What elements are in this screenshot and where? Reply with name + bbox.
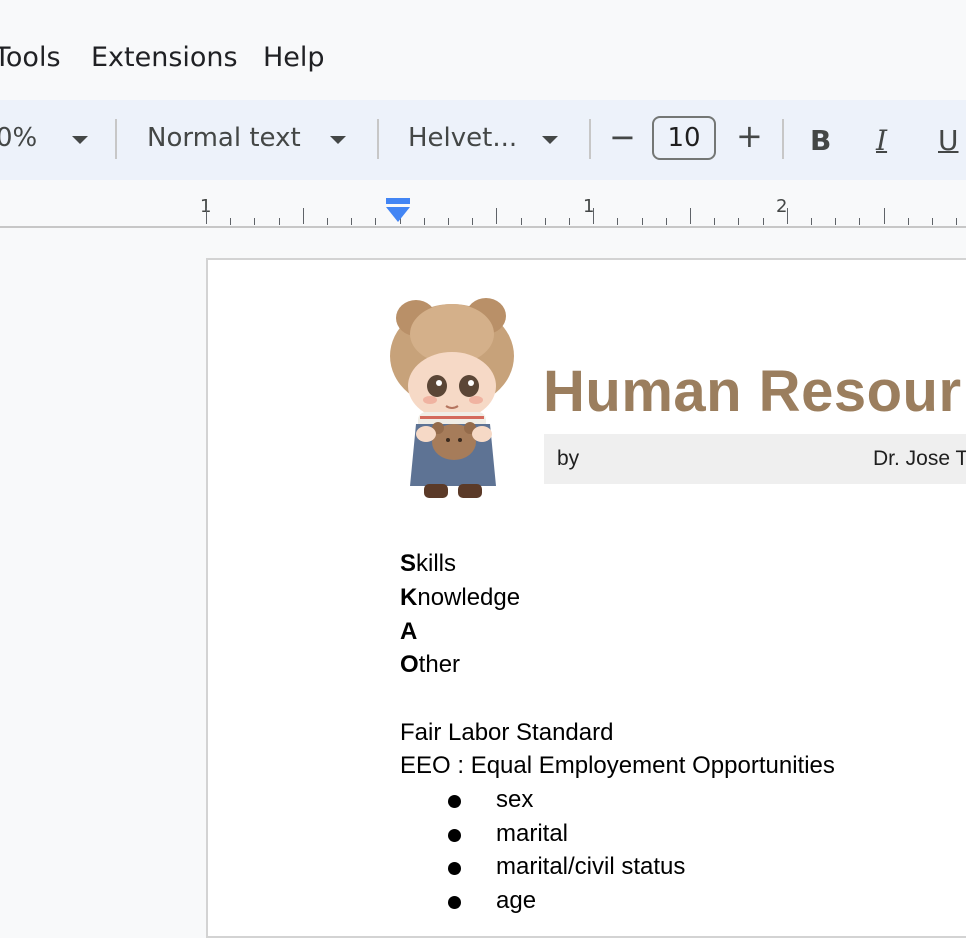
ruler-tick (496, 208, 497, 224)
ksao-initial: O (400, 651, 419, 678)
menu-bar: Tools Extensions Help (0, 0, 966, 100)
byline-by: by (557, 447, 580, 470)
indent-marker-icon[interactable] (386, 198, 410, 224)
ruler-tick (569, 218, 570, 225)
menu-tools[interactable]: Tools (0, 42, 61, 73)
ruler-label: 2 (776, 196, 788, 217)
ruler-tick (521, 218, 522, 225)
paragraph-style-select[interactable]: Normal text (147, 123, 301, 153)
ksao-rest: kills (416, 550, 457, 577)
bullet-icon (448, 795, 461, 808)
ruler-tick (932, 218, 933, 225)
toolbar-separator (115, 119, 117, 159)
byline-author: Dr. Jose To (873, 447, 966, 470)
ksao-line-knowledge: Knowledge (400, 584, 520, 612)
toolbar-separator (589, 119, 591, 159)
ruler (0, 180, 966, 228)
font-family-select[interactable]: Helvet... (408, 123, 517, 153)
ruler-tick (545, 218, 546, 225)
toolbar-separator (377, 119, 379, 159)
ruler-tick (811, 218, 812, 225)
zoom-select[interactable]: 0% (0, 123, 37, 153)
zoom-dropdown-icon[interactable] (72, 136, 88, 144)
ruler-tick (448, 218, 449, 225)
list-item: marital/civil status (496, 853, 686, 880)
ruler-tick (617, 218, 618, 225)
ksao-line-skills: Skills (400, 550, 456, 578)
ruler-tick (303, 208, 304, 224)
ruler-tick (714, 218, 715, 225)
list-item: sex (496, 786, 534, 813)
ruler-tick (279, 218, 280, 225)
ruler-tick (351, 218, 352, 225)
ruler-tick (908, 218, 909, 225)
ksao-rest: nowledge (417, 584, 521, 611)
ruler-tick (206, 208, 207, 224)
ruler-tick (884, 208, 885, 224)
bold-button[interactable]: B (810, 124, 831, 157)
eeo-line: EEO : Equal Employement Opportunities (400, 752, 835, 779)
underline-button[interactable]: U (938, 124, 959, 157)
doll-figure-image (390, 298, 514, 498)
ruler-tick (230, 218, 231, 225)
bullet-icon (448, 829, 461, 842)
ruler-tick (593, 208, 594, 224)
fair-labor-line: Fair Labor Standard (400, 719, 614, 746)
ksao-initial: K (400, 584, 418, 611)
ruler-tick (666, 218, 667, 225)
ruler-tick (642, 218, 643, 225)
ruler-tick (787, 208, 788, 224)
ruler-tick (956, 218, 957, 225)
ruler-tick (424, 218, 425, 225)
toolbar-separator (782, 119, 784, 159)
document-title: Human Resour (543, 359, 962, 424)
ruler-tick (472, 218, 473, 225)
font-size-input[interactable]: 10 (652, 116, 716, 160)
ruler-tick (738, 218, 739, 225)
ksao-line-other: Other (400, 651, 460, 679)
ruler-tick (763, 218, 764, 225)
style-dropdown-icon[interactable] (330, 136, 346, 144)
ksao-rest: ther (418, 651, 461, 678)
ksao-line-a: A (400, 618, 417, 646)
font-dropdown-icon[interactable] (542, 136, 558, 144)
ruler-tick (375, 218, 376, 225)
bullet-icon (448, 896, 461, 909)
increase-font-size-button[interactable]: + (736, 117, 763, 155)
italic-button[interactable]: I (876, 124, 887, 157)
ruler-tick (859, 218, 860, 225)
ruler-tick (690, 208, 691, 224)
ruler-tick (254, 218, 255, 225)
ruler-tick (835, 218, 836, 225)
ksao-initial: S (400, 550, 417, 577)
ruler-tick (327, 218, 328, 225)
ksao-initial: A (400, 618, 418, 645)
list-item: marital (496, 820, 569, 847)
bullet-icon (448, 862, 461, 875)
decrease-font-size-button[interactable]: − (609, 118, 636, 156)
list-item: age (496, 887, 537, 914)
menu-help[interactable]: Help (263, 42, 325, 73)
menu-extensions[interactable]: Extensions (91, 42, 238, 73)
